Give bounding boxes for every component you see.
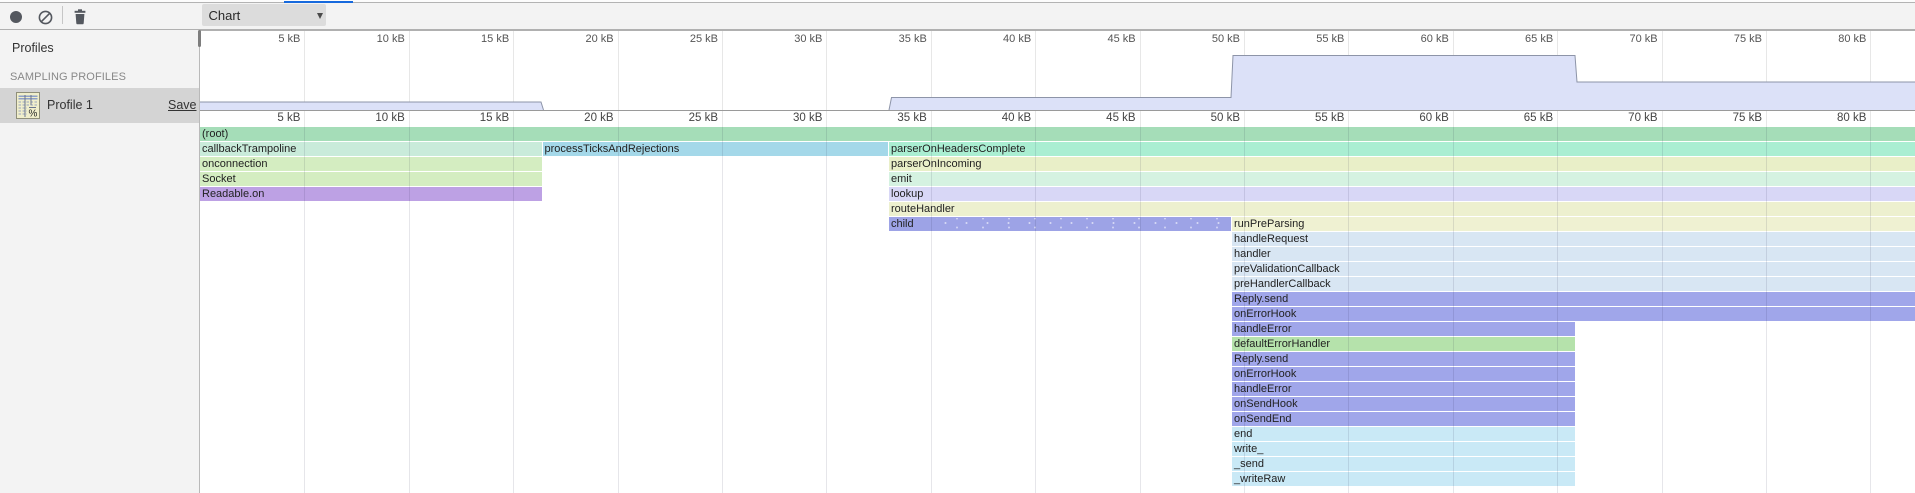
svg-text:%: % xyxy=(29,109,38,120)
